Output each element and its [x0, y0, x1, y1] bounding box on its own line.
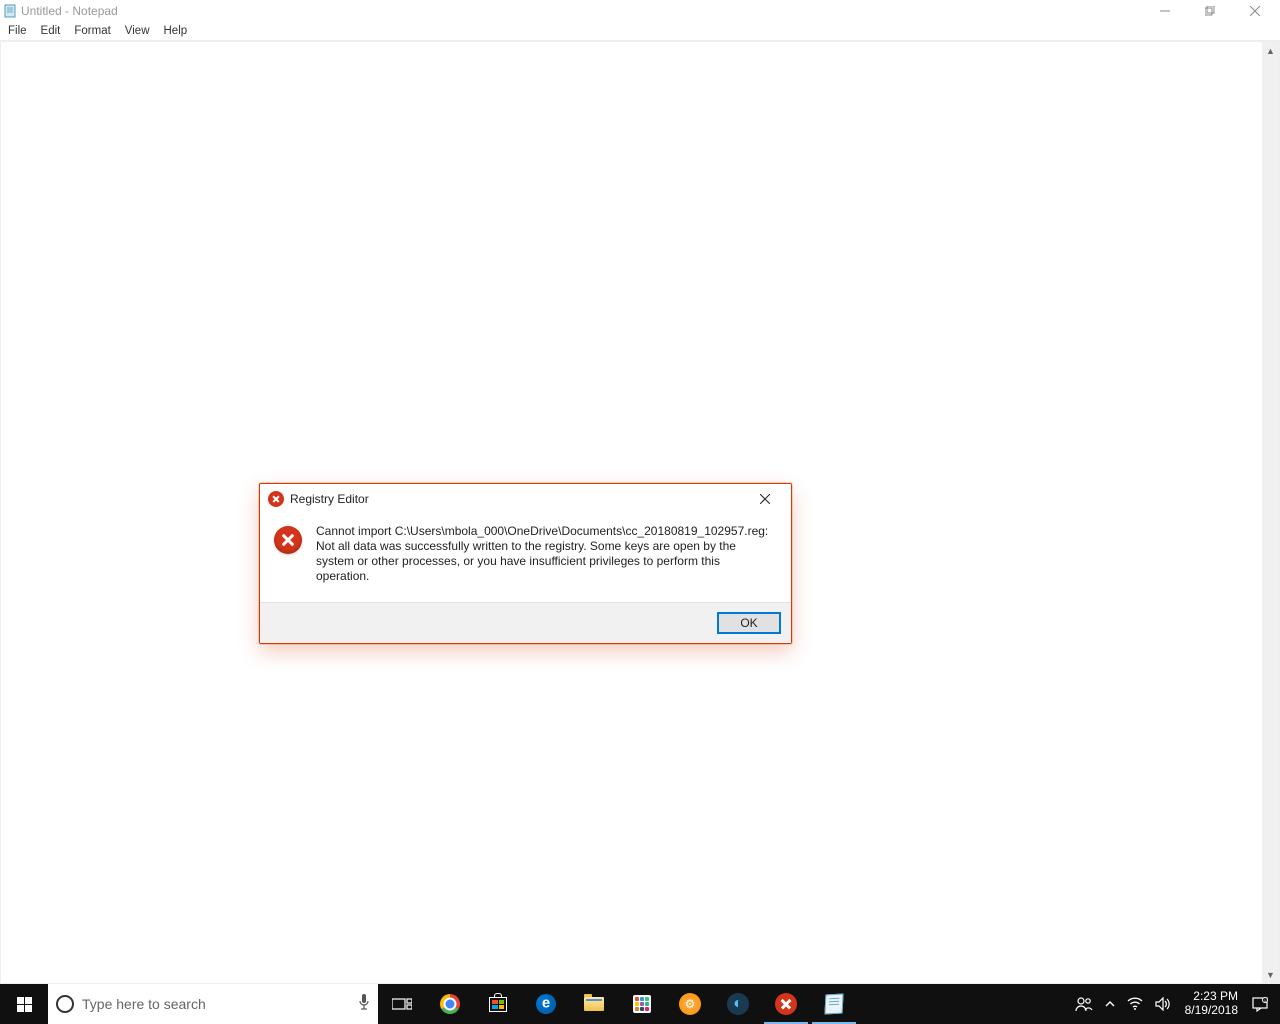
close-button[interactable] — [1232, 1, 1277, 21]
task-view-button[interactable] — [378, 984, 426, 1024]
scroll-down-icon[interactable]: ▼ — [1262, 966, 1279, 983]
tray-volume[interactable] — [1149, 984, 1177, 1024]
edge-icon — [536, 994, 556, 1014]
taskbar-notepad[interactable] — [810, 984, 858, 1024]
error-icon — [274, 526, 302, 554]
maximize-button[interactable] — [1187, 1, 1232, 21]
dialog-body: Cannot import C:\Users\mbola_000\OneDriv… — [260, 514, 791, 602]
scroll-up-icon[interactable]: ▲ — [1262, 42, 1279, 59]
start-button[interactable] — [0, 984, 48, 1024]
dialog-message: Cannot import C:\Users\mbola_000\OneDriv… — [316, 524, 779, 584]
cortana-icon — [56, 995, 74, 1013]
error-icon — [268, 491, 284, 507]
chevron-up-icon — [1105, 999, 1115, 1009]
store-icon — [489, 997, 507, 1012]
tray-overflow[interactable] — [1099, 984, 1121, 1024]
notepad-icon — [3, 4, 17, 18]
notepad-icon — [824, 994, 843, 1015]
dialog-close-button[interactable] — [745, 486, 785, 512]
chrome-icon — [440, 994, 460, 1014]
taskbar-chrome[interactable] — [426, 984, 474, 1024]
menu-edit[interactable]: Edit — [34, 24, 68, 38]
menu-format[interactable]: Format — [67, 24, 117, 38]
notepad-title: Untitled - Notepad — [21, 4, 1142, 18]
dialog-title: Registry Editor — [290, 492, 745, 506]
taskbar-settings-app[interactable]: ⚙ — [666, 984, 714, 1024]
taskbar-swirl-app[interactable]: ◐ — [714, 984, 762, 1024]
speaker-icon — [1155, 997, 1171, 1011]
menu-view[interactable]: View — [118, 24, 157, 38]
search-placeholder: Type here to search — [82, 996, 350, 1012]
notification-icon: 1 — [1252, 996, 1268, 1012]
wifi-icon — [1127, 997, 1143, 1011]
clock-date: 8/19/2018 — [1185, 1004, 1238, 1018]
notepad-titlebar[interactable]: Untitled - Notepad — [0, 0, 1280, 22]
people-button[interactable] — [1069, 984, 1099, 1024]
windows-logo-icon — [17, 997, 32, 1012]
taskbar-file-explorer[interactable] — [570, 984, 618, 1024]
taskbar-search[interactable]: Type here to search — [48, 984, 378, 1024]
registry-error-dialog: Registry Editor Cannot import C:\Users\m… — [259, 483, 792, 644]
taskbar-pinned: ⚙ ◐ — [426, 984, 858, 1024]
grid-app-icon — [633, 995, 651, 1013]
notepad-menubar: File Edit Format View Help — [0, 22, 1280, 41]
people-icon — [1075, 996, 1093, 1012]
action-center[interactable]: 1 — [1246, 984, 1274, 1024]
dialog-titlebar[interactable]: Registry Editor — [260, 484, 791, 514]
taskbar: Type here to search ⚙ ◐ 2:23 PM — [0, 984, 1280, 1024]
dialog-footer: OK — [260, 602, 791, 643]
gear-icon: ⚙ — [679, 993, 701, 1015]
taskbar-edge[interactable] — [522, 984, 570, 1024]
taskbar-app-grid[interactable] — [618, 984, 666, 1024]
minimize-button[interactable] — [1142, 1, 1187, 21]
error-icon — [775, 993, 797, 1015]
menu-file[interactable]: File — [1, 24, 34, 38]
tray-wifi[interactable] — [1121, 984, 1149, 1024]
menu-help[interactable]: Help — [157, 24, 195, 38]
task-view-icon — [392, 996, 412, 1012]
folder-icon — [584, 997, 604, 1011]
tray-clock[interactable]: 2:23 PM 8/19/2018 — [1177, 990, 1246, 1018]
taskbar-store[interactable] — [474, 984, 522, 1024]
microphone-icon[interactable] — [358, 993, 370, 1016]
vertical-scrollbar[interactable]: ▲ ▼ — [1262, 42, 1279, 983]
window-controls — [1142, 1, 1277, 21]
swirl-icon: ◐ — [727, 993, 749, 1015]
clock-time: 2:23 PM — [1193, 990, 1238, 1004]
taskbar-registry-editor[interactable] — [762, 984, 810, 1024]
ok-button[interactable]: OK — [717, 612, 781, 634]
system-tray: 2:23 PM 8/19/2018 1 — [1063, 984, 1280, 1024]
